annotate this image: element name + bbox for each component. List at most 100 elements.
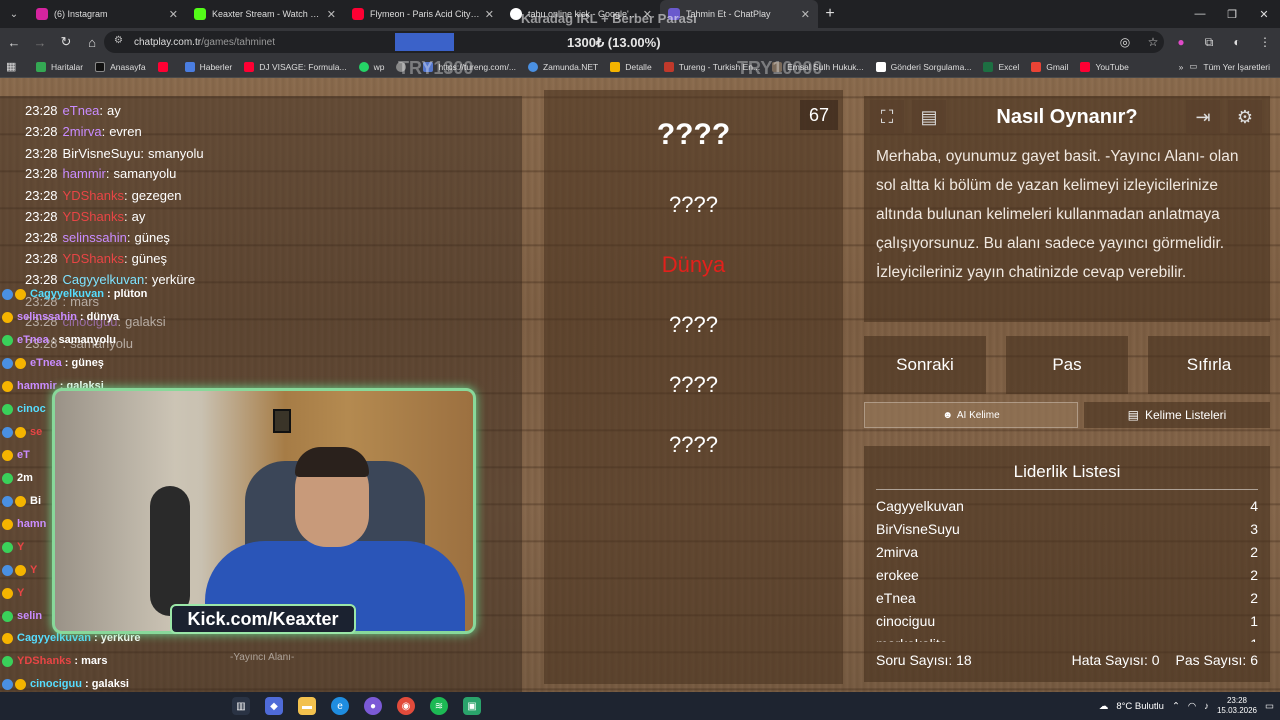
bookmark-item[interactable]: Detalle: [610, 61, 652, 72]
chrome-icon[interactable]: ◉: [397, 697, 415, 715]
edge-icon[interactable]: e: [331, 697, 349, 715]
close-icon[interactable]: ✕: [485, 8, 494, 21]
chat-message: 23:28 2mirva: evren: [25, 124, 142, 139]
menu-icon[interactable]: ⋮: [1256, 32, 1274, 52]
bookmark-star-icon[interactable]: ☆: [1144, 32, 1162, 52]
chat-message: 23:28 eTnea: ay: [25, 103, 121, 118]
badge-icon: [15, 288, 26, 300]
ai-word-button[interactable]: ☻ AI Kelime: [864, 402, 1078, 428]
home-icon[interactable]: ⌂: [80, 30, 104, 54]
media-icon[interactable]: ▣: [463, 697, 481, 715]
new-tab-button[interactable]: +: [818, 2, 842, 26]
chat-time: 23:28: [25, 188, 58, 203]
bookmark-item[interactable]: YouTube: [1080, 61, 1129, 72]
user-badges: [2, 632, 13, 644]
chat-username[interactable]: YDShanks: [63, 188, 124, 203]
site-info-icon[interactable]: ⚙: [114, 35, 128, 49]
leaderboard-score: 2: [1250, 566, 1258, 583]
apps-icon[interactable]: ▦: [6, 60, 24, 73]
leaderboard-row: erokee 2: [876, 563, 1258, 586]
bookmark-item[interactable]: [157, 61, 173, 72]
bookmark-item[interactable]: Gönderi Sorgulama...: [875, 61, 971, 72]
revealed-word: Dünya: [661, 252, 726, 277]
user-badges: [2, 655, 13, 667]
leaderboard-name: eTnea: [876, 589, 916, 606]
help-title: Nasıl Oynanır?: [996, 106, 1138, 128]
chat-username[interactable]: Cagyyelkuvan: [63, 272, 145, 287]
bookmark-item[interactable]: DJ VISAGE: Formula...: [244, 61, 347, 72]
chat-message: 23:28 BirVisneSuyu: smanyolu: [25, 146, 204, 161]
folder-icon: ▭: [1189, 61, 1198, 71]
hidden-word: ????: [669, 372, 718, 397]
bookmark-item[interactable]: Gmail: [1031, 61, 1068, 72]
user-badges: [2, 311, 13, 323]
next-button[interactable]: Sonraki: [864, 336, 986, 394]
close-icon[interactable]: ✕: [327, 8, 336, 21]
copilot-icon[interactable]: ◆: [265, 697, 283, 715]
file-explorer-icon[interactable]: ▬: [298, 697, 316, 715]
chat-username[interactable]: YDShanks: [63, 209, 124, 224]
minimize-icon[interactable]: —: [1184, 0, 1216, 28]
extension-icon[interactable]: ●: [1172, 32, 1190, 52]
overlay-chat-message: Cagyyelkuvan: plüton: [2, 288, 147, 300]
restore-icon[interactable]: ❐: [1216, 0, 1248, 28]
chat-username[interactable]: YDShanks: [63, 251, 124, 266]
overlay-chat-username: YDShanks: [17, 655, 72, 667]
profile-avatar[interactable]: ◐: [1228, 32, 1246, 52]
reload-icon[interactable]: ↻: [54, 30, 78, 54]
chat-username[interactable]: eTnea: [63, 103, 100, 118]
bookmark-item[interactable]: Zamunda.NET: [527, 61, 598, 72]
badge-icon: [2, 311, 13, 323]
chat-message: 23:28 Cagyyelkuvan: yerküre: [25, 272, 195, 287]
puzzle-icon[interactable]: ⧉: [1200, 32, 1218, 52]
robot-icon: ☻: [942, 409, 953, 421]
task-view-icon[interactable]: ▥: [232, 697, 250, 715]
pass-button[interactable]: Pas: [1006, 336, 1128, 394]
taskbar: ▥ ◆ ▬ e ● ◉ ≋ ▣ ☁ 8°C Bulutlu ⌃ ◠ ♪ 23:2…: [0, 692, 1280, 720]
spotify-icon[interactable]: ≋: [430, 697, 448, 715]
clock[interactable]: 23:28 15.03.2026: [1217, 696, 1257, 716]
chat-username[interactable]: 2mirva: [63, 124, 102, 139]
more-bookmarks-icon[interactable]: »: [1179, 62, 1184, 72]
all-bookmarks-link[interactable]: Tüm Yer İşaretleri: [1203, 62, 1270, 72]
bookmark-item[interactable]: Anasayfa: [95, 61, 146, 72]
overlay-chat-message: eTnea: güneş: [2, 357, 104, 369]
wifi-icon[interactable]: ◠: [1188, 701, 1196, 712]
bookmark-item[interactable]: Excel: [983, 61, 1019, 72]
weather-text[interactable]: 8°C Bulutlu: [1116, 701, 1164, 712]
overlay-chat-message: YDShanks: mars: [2, 655, 107, 667]
leaderboard-name: 2mirva: [876, 543, 919, 560]
close-icon[interactable]: ✕: [169, 8, 178, 21]
tab-kick[interactable]: Keaxter Stream - Watch Live on ✕: [186, 0, 344, 28]
notification-icon[interactable]: ▭: [1265, 701, 1274, 712]
user-badges: [2, 564, 26, 576]
chat-username[interactable]: hammir: [63, 166, 106, 181]
chat-separator: :: [144, 272, 148, 287]
instagram-icon: [36, 8, 48, 20]
bookmark-item[interactable]: Haberler: [184, 61, 232, 72]
close-window-icon[interactable]: ✕: [1248, 0, 1280, 28]
badge-icon: [15, 426, 26, 438]
chat-username[interactable]: selinssahin: [63, 230, 127, 245]
close-icon[interactable]: ✕: [801, 8, 810, 21]
reset-button[interactable]: Sıfırla: [1148, 336, 1270, 394]
chat-time: 23:28: [25, 209, 58, 224]
leaderboard-score: 4: [1250, 497, 1258, 514]
user-badges: [2, 678, 26, 690]
donation-progress-text: 1300₺ (13.00%): [567, 35, 661, 50]
tab-youtube[interactable]: Flymeon - Paris Acid City (Offic ✕: [344, 0, 502, 28]
chat-username[interactable]: BirVisneSuyu: [63, 146, 141, 161]
back-icon[interactable]: ←: [2, 30, 26, 54]
tab-instagram[interactable]: (6) Instagram ✕: [28, 0, 186, 28]
eye-off-icon[interactable]: ◎: [1116, 32, 1134, 52]
app-icon[interactable]: ●: [364, 697, 382, 715]
volume-icon[interactable]: ♪: [1204, 701, 1209, 712]
leaderboard-row: eTnea 2: [876, 586, 1258, 609]
overlay-chat-message: Bi: [2, 495, 41, 507]
tray-chevron-icon[interactable]: ⌃: [1172, 701, 1180, 712]
bookmark-item[interactable]: wp: [358, 61, 384, 72]
bookmark-item[interactable]: Haritalar: [36, 61, 83, 72]
word-lists-button[interactable]: ▤ Kelime Listeleri: [1084, 402, 1270, 428]
tab-search-icon[interactable]: ⌄: [0, 0, 28, 28]
forward-icon[interactable]: →: [28, 30, 52, 54]
